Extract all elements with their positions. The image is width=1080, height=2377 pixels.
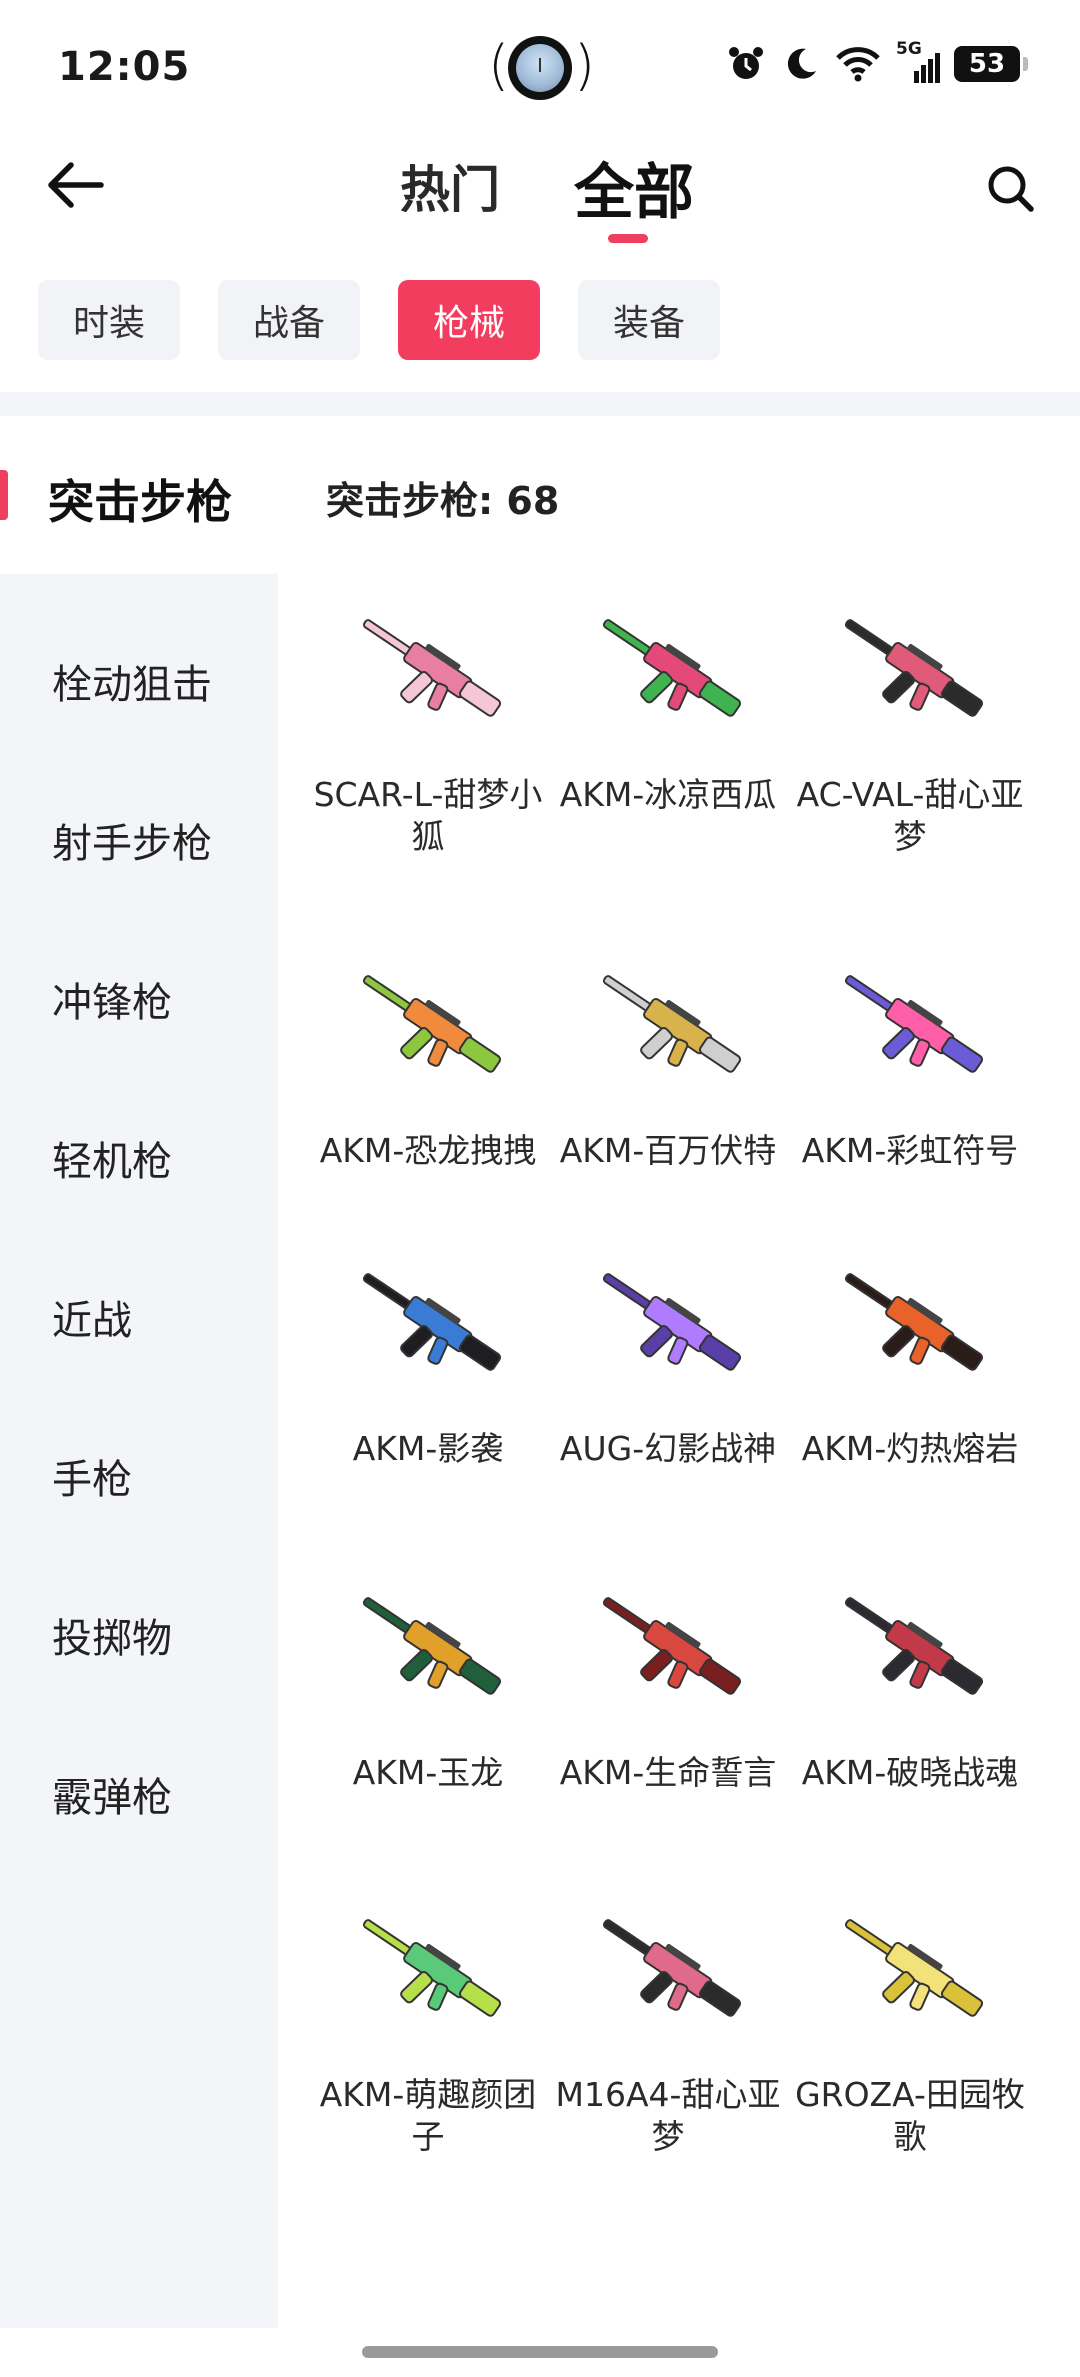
category-tactical[interactable]: 战备 <box>218 280 360 360</box>
wifi-icon <box>836 47 880 82</box>
active-indicator <box>0 470 8 520</box>
weapon-item[interactable]: AKM-玉龙 <box>308 1570 548 1794</box>
alarm-icon <box>729 47 763 79</box>
weapon-image <box>362 619 502 717</box>
weapon-image <box>844 975 984 1073</box>
active-tab-indicator <box>608 234 648 243</box>
weapon-item[interactable]: M16A4-甜心亚梦 <box>548 1892 788 2158</box>
home-indicator[interactable] <box>362 2346 718 2358</box>
weapon-image <box>362 1273 502 1371</box>
weapon-item[interactable]: AC-VAL-甜心亚梦 <box>790 592 1030 858</box>
weapon-item[interactable]: AKM-萌趣颜团子 <box>308 1892 548 2158</box>
sidebar-item-bolt-sniper[interactable]: 栓动狙击 <box>52 652 212 710</box>
weapon-item[interactable]: AKM-生命誓言 <box>548 1570 788 1794</box>
category-count: 突击步枪: 68 <box>326 479 560 523</box>
weapon-image <box>362 1597 502 1695</box>
weapon-image <box>844 1273 984 1371</box>
weapon-name: AKM-冰凉西瓜 <box>559 775 777 814</box>
back-arrow-icon <box>48 162 104 208</box>
weapon-name: AKM-百万伏特 <box>559 1131 777 1170</box>
weapon-item[interactable]: AUG-幻影战神 <box>548 1246 788 1470</box>
category-equipment[interactable]: 装备 <box>578 280 720 360</box>
sidebar-item-throwable[interactable]: 投掷物 <box>52 1606 172 1664</box>
weapon-item[interactable]: AKM-冰凉西瓜 <box>548 592 788 816</box>
weapon-item[interactable]: AKM-灼热熔岩 <box>790 1246 1030 1470</box>
weapon-image <box>602 619 742 717</box>
weapon-image <box>602 1919 742 2017</box>
weapon-item[interactable]: GROZA-田园牧歌 <box>790 1892 1030 2158</box>
tab-hot[interactable]: 热门 <box>400 150 500 222</box>
weapon-name: GROZA-田园牧歌 <box>795 2075 1025 2156</box>
item-grid-panel: 突击步枪: 68 SCAR-L-甜梦小狐 AKM-冰凉西瓜 AC-VAL-甜心亚梦 A… <box>278 416 1080 2328</box>
category-filter-row: 时装 战备 枪械 装备 <box>38 280 720 360</box>
weapon-image <box>362 975 502 1073</box>
section-divider <box>0 392 1080 416</box>
sidebar-item-shotgun[interactable]: 霰弹枪 <box>52 1765 172 1823</box>
weapon-name: AKM-恐龙拽拽 <box>319 1131 537 1170</box>
weapon-name: SCAR-L-甜梦小狐 <box>313 775 543 856</box>
weapon-item[interactable]: AKM-恐龙拽拽 <box>308 948 548 1172</box>
sidebar-item-lmg[interactable]: 轻机枪 <box>52 1129 172 1187</box>
category-guns[interactable]: 枪械 <box>398 280 540 360</box>
weapon-image <box>844 1597 984 1695</box>
weapon-name: AC-VAL-甜心亚梦 <box>796 775 1024 856</box>
weapon-image <box>602 1273 742 1371</box>
weapon-image <box>844 1919 984 2017</box>
sidebar-item-smg[interactable]: 冲锋枪 <box>52 970 172 1028</box>
status-icons: 5G 53 <box>726 39 1028 84</box>
sidebar: 突击步枪 栓动狙击 射手步枪 冲锋枪 轻机枪 近战 手枪 投掷物 霰弹枪 <box>0 416 300 2328</box>
sidebar-item-marksman-rifle[interactable]: 射手步枪 <box>52 811 212 869</box>
category-fashion[interactable]: 时装 <box>38 280 180 360</box>
weapon-item[interactable]: AKM-影袭 <box>308 1246 548 1470</box>
sidebar-item-label: 突击步枪 <box>48 475 232 529</box>
weapon-image <box>362 1919 502 2017</box>
weapon-name: M16A4-甜心亚梦 <box>555 2075 781 2156</box>
sidebar-item-pistol[interactable]: 手枪 <box>52 1447 132 1505</box>
weapon-name: AKM-彩虹符号 <box>801 1131 1019 1170</box>
search-icon <box>988 166 1034 212</box>
weapon-name: AKM-生命誓言 <box>559 1753 777 1792</box>
battery-icon: 53 <box>954 46 1028 82</box>
weapon-name: AKM-影袭 <box>352 1429 504 1468</box>
weapon-image <box>602 975 742 1073</box>
weapon-item[interactable]: AKM-百万伏特 <box>548 948 788 1172</box>
weapon-name: AKM-破晓战魂 <box>801 1753 1019 1792</box>
weapon-name: AUG-幻影战神 <box>559 1429 777 1468</box>
weapon-name: AKM-灼热熔岩 <box>801 1429 1019 1468</box>
status-time: 12:05 <box>58 44 191 90</box>
weapon-item[interactable]: AKM-破晓战魂 <box>790 1570 1030 1794</box>
tab-all[interactable]: 全部 <box>574 144 694 231</box>
sidebar-item-melee[interactable]: 近战 <box>52 1288 132 1346</box>
weapon-item[interactable]: AKM-彩虹符号 <box>790 948 1030 1172</box>
back-button[interactable] <box>40 150 110 220</box>
weapon-image <box>602 1597 742 1695</box>
moon-icon <box>787 48 816 79</box>
dynamic-island: ( ) <box>488 34 595 104</box>
top-header: 热门 全部 <box>0 130 1080 250</box>
live-activity-icon <box>508 36 572 100</box>
sidebar-item-assault-rifle[interactable]: 突击步枪 <box>0 416 300 574</box>
weapon-image <box>844 619 984 717</box>
signal-icon: 5G <box>896 39 940 83</box>
search-button[interactable] <box>976 154 1046 224</box>
weapon-item[interactable]: SCAR-L-甜梦小狐 <box>308 592 548 858</box>
weapon-name: AKM-萌趣颜团子 <box>319 2075 537 2156</box>
status-bar: 12:05 ( ) 5G 53 <box>0 0 1080 130</box>
weapon-name: AKM-玉龙 <box>352 1753 504 1792</box>
